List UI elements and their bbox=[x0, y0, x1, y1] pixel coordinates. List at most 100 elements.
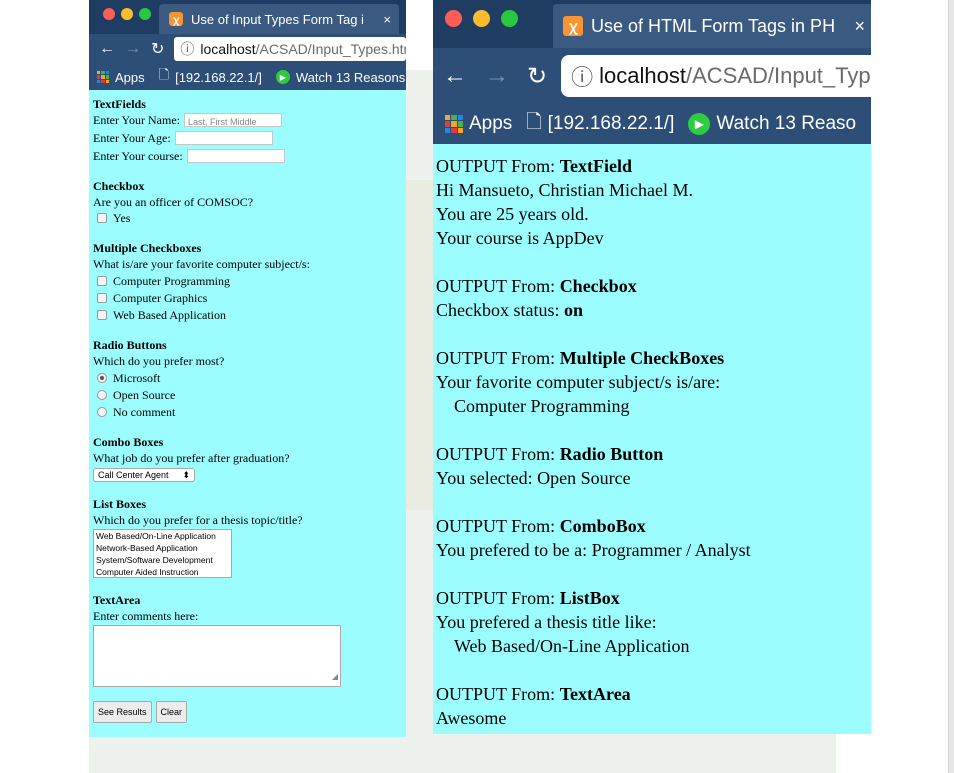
section-title-checkbox: Checkbox bbox=[93, 179, 145, 193]
tab-title: Use of HTML Form Tags in PH bbox=[591, 15, 836, 36]
age-input[interactable] bbox=[174, 131, 273, 145]
browser-window-output: ꭓ Use of HTML Form Tags in PH × ← → ↻ ⓘ … bbox=[433, 0, 871, 734]
address-bar: ← → ↻ ⓘ localhost/ACSAD/Input_Types_ bbox=[433, 48, 871, 104]
checkbox-label: Yes bbox=[113, 211, 131, 225]
title-bar: ꭓ Use of HTML Form Tags in PH × bbox=[433, 0, 871, 48]
url-field[interactable]: ⓘ localhost/ACSAD/Input_Types_ bbox=[561, 55, 871, 97]
textarea-label: Enter comments here: bbox=[93, 609, 199, 623]
play-icon: ▶ bbox=[688, 113, 711, 135]
name-input[interactable]: Last, First Middle bbox=[184, 113, 282, 127]
output-block-textarea: OUTPUT From: TextArea Awesome bbox=[436, 682, 868, 730]
maximize-window-button[interactable] bbox=[139, 8, 151, 20]
combo-question: What job do you prefer after graduation? bbox=[93, 451, 290, 465]
thesis-listbox[interactable]: Web Based/On-Line Application Network-Ba… bbox=[93, 529, 232, 578]
tab-close-icon[interactable]: × bbox=[375, 12, 399, 27]
subject-checkbox[interactable] bbox=[97, 310, 107, 320]
tab-close-icon[interactable]: × bbox=[846, 16, 871, 37]
bookmark-apps[interactable]: Apps bbox=[97, 70, 145, 85]
multi-question: What is/are your favorite computer subje… bbox=[93, 257, 310, 271]
url-path: /ACSAD/Input_Types.html bbox=[255, 41, 406, 57]
xampp-icon: ꭓ bbox=[169, 12, 183, 26]
section-title-list-boxes: List Boxes bbox=[93, 497, 147, 511]
browser-tab[interactable]: ꭓ Use of HTML Form Tags in PH × bbox=[553, 4, 871, 48]
reload-icon[interactable]: ↻ bbox=[527, 62, 547, 91]
job-select[interactable]: Call Center Agent ⬍ bbox=[93, 468, 195, 482]
output-line: Hi Mansueto, Christian Michael M. bbox=[436, 180, 693, 200]
play-icon: ▶ bbox=[275, 70, 290, 84]
output-heading: OUTPUT From: TextArea bbox=[436, 684, 631, 704]
back-arrow-icon[interactable]: ← bbox=[443, 62, 467, 90]
radio-question: Which do you prefer most? bbox=[93, 354, 225, 368]
section-title-textarea: TextArea bbox=[93, 593, 141, 607]
radio-microsoft[interactable] bbox=[97, 373, 107, 383]
output-heading: OUTPUT From: TextField bbox=[436, 156, 633, 176]
output-heading: OUTPUT From: Radio Button bbox=[436, 444, 664, 464]
output-line: Checkbox status: on bbox=[436, 300, 584, 320]
output-line: Awesome bbox=[436, 708, 507, 728]
bookmarks-bar: Apps 🗋 [192.168.22.1/] ▶ Watch 13 Reasons.… bbox=[89, 64, 406, 90]
output-line: You prefered to be a: Programmer / Analy… bbox=[436, 540, 751, 560]
bookmark-apps[interactable]: Apps bbox=[445, 113, 512, 135]
forward-arrow-icon[interactable]: → bbox=[125, 40, 141, 58]
course-input[interactable] bbox=[186, 149, 285, 163]
bookmark-ip[interactable]: 🗋 [192.168.22.1/] bbox=[526, 108, 674, 140]
output-page-content: OUTPUT From: TextField Hi Mansueto, Chri… bbox=[433, 144, 871, 734]
output-line: Your favorite computer subject/s is/are: bbox=[436, 372, 721, 392]
output-line: Your course is AppDev bbox=[436, 228, 604, 248]
list-option[interactable]: System/Software Development bbox=[96, 554, 229, 566]
radio-label: Microsoft bbox=[113, 371, 161, 385]
reload-icon[interactable]: ↻ bbox=[151, 39, 164, 59]
radio-label: Open Source bbox=[113, 388, 176, 402]
maximize-window-button[interactable] bbox=[501, 10, 518, 27]
output-line: You selected: Open Source bbox=[436, 468, 631, 488]
radio-open-source[interactable] bbox=[97, 390, 107, 400]
comments-textarea[interactable]: ◢ bbox=[93, 625, 341, 687]
bookmark-watch[interactable]: ▶ Watch 13 Reasons... bbox=[275, 70, 406, 85]
subject-checkbox[interactable] bbox=[97, 293, 107, 303]
age-label: Enter Your Age: bbox=[93, 131, 171, 145]
output-block-textfield: OUTPUT From: TextField Hi Mansueto, Chri… bbox=[436, 154, 868, 250]
output-block-listbox: OUTPUT From: ListBox You prefered a thes… bbox=[436, 586, 868, 658]
list-option[interactable]: Computer Aided Instruction bbox=[96, 566, 229, 577]
document-icon: 🗋 bbox=[526, 112, 542, 133]
info-icon[interactable]: ⓘ bbox=[180, 39, 194, 59]
radio-no-comment[interactable] bbox=[97, 407, 107, 417]
apps-grid-icon bbox=[97, 71, 109, 83]
subject-label: Computer Graphics bbox=[113, 291, 208, 305]
browser-tab[interactable]: ꭓ Use of Input Types Form Tag i × bbox=[159, 4, 399, 34]
url-field[interactable]: ⓘ localhost/ACSAD/Input_Types.html bbox=[174, 37, 406, 61]
list-option[interactable]: Network-Based Application bbox=[96, 542, 229, 554]
info-icon[interactable]: ⓘ bbox=[571, 60, 593, 92]
radio-label: No comment bbox=[113, 405, 176, 419]
section-title-textfields: TextFields bbox=[93, 97, 146, 111]
url-host: localhost bbox=[599, 63, 686, 88]
list-option[interactable]: Web Based/On-Line Application bbox=[96, 530, 229, 542]
forward-arrow-icon[interactable]: → bbox=[485, 62, 509, 90]
minimize-window-button[interactable] bbox=[121, 8, 133, 20]
close-window-button[interactable] bbox=[445, 10, 462, 27]
subject-label: Computer Programming bbox=[113, 274, 230, 288]
resize-grip-icon[interactable]: ◢ bbox=[332, 669, 338, 685]
officer-checkbox[interactable] bbox=[97, 213, 107, 223]
subject-checkbox[interactable] bbox=[97, 276, 107, 286]
name-label: Enter Your Name: bbox=[93, 113, 180, 127]
output-block-checkbox: OUTPUT From: Checkbox Checkbox status: o… bbox=[436, 274, 868, 322]
close-window-button[interactable] bbox=[103, 8, 115, 20]
clear-button[interactable]: Clear bbox=[155, 701, 188, 723]
course-label: Enter Your course: bbox=[93, 149, 183, 163]
see-results-button[interactable]: See Results bbox=[93, 701, 152, 723]
output-heading: OUTPUT From: Multiple CheckBoxes bbox=[436, 348, 725, 368]
select-arrows-icon: ⬍ bbox=[182, 470, 190, 480]
page-scrollbar[interactable] bbox=[948, 0, 954, 773]
list-question: Which do you prefer for a thesis topic/t… bbox=[93, 513, 303, 527]
bookmark-watch[interactable]: ▶ Watch 13 Reaso bbox=[688, 113, 856, 135]
bookmark-ip[interactable]: 🗋 [192.168.22.1/] bbox=[159, 66, 262, 88]
url-path: /ACSAD/Input_Types_ bbox=[685, 63, 871, 88]
minimize-window-button[interactable] bbox=[473, 10, 490, 27]
output-line: You prefered a thesis title like: bbox=[436, 612, 657, 632]
output-block-combobox: OUTPUT From: ComboBox You prefered to be… bbox=[436, 514, 868, 562]
output-block-multiple-checkboxes: OUTPUT From: Multiple CheckBoxes Your fa… bbox=[436, 346, 868, 418]
output-line: You are 25 years old. bbox=[436, 204, 589, 224]
back-arrow-icon[interactable]: ← bbox=[99, 40, 115, 58]
output-heading: OUTPUT From: ListBox bbox=[436, 588, 620, 608]
